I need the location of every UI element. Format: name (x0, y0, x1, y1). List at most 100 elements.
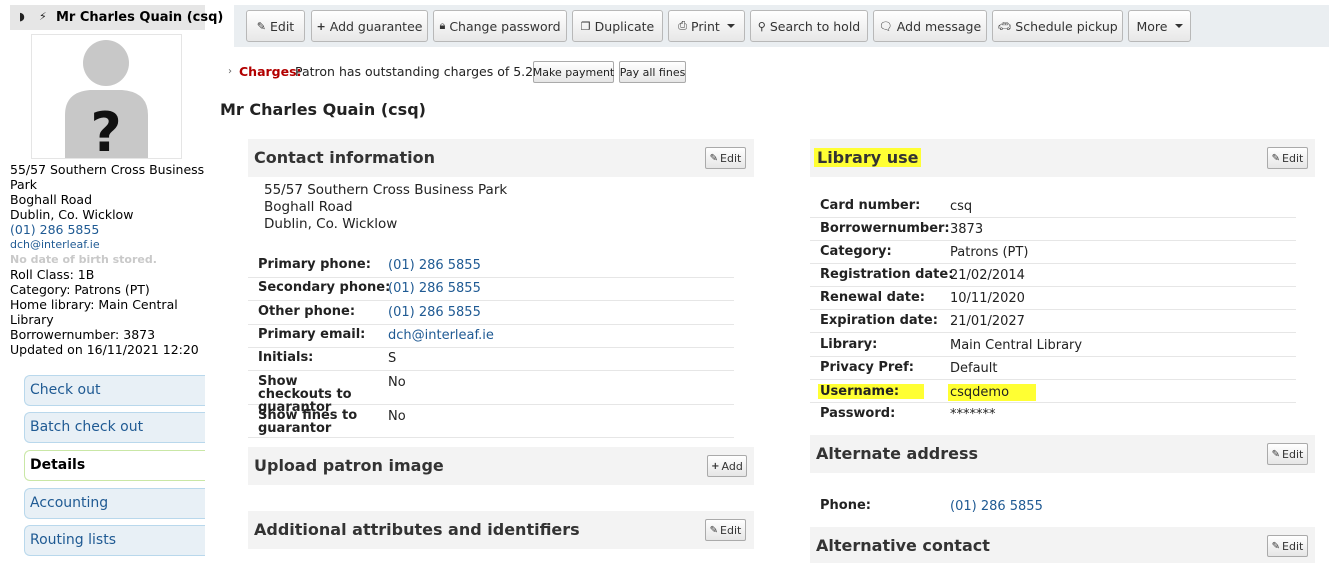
pay-all-fines-button[interactable]: Pay all fines (619, 61, 686, 83)
sidebar-item-check-out[interactable]: Check out (24, 375, 205, 406)
alternative-contact-edit-label: Edit (1282, 539, 1304, 553)
alternate-address-edit-label: Edit (1282, 447, 1304, 461)
library-use-row-label: Renewal date: (820, 290, 925, 305)
contact-row: Primary email: dch@interleaf.ie (248, 324, 734, 348)
library-use-row: Renewal date: 10/11/2020 (810, 287, 1296, 310)
pencil-icon: ✎ (1271, 152, 1281, 164)
change-password-button[interactable]: 🔒︎ Change password (433, 10, 567, 42)
patron-phone-link[interactable]: (01) 286 5855 (10, 222, 205, 237)
library-use-edit-label: Edit (1282, 151, 1304, 165)
patron-address-line2: Boghall Road (10, 192, 93, 207)
contact-row: Show fines to guarantor No (248, 405, 734, 438)
search-to-hold-button[interactable]: ⚲ Search to hold (750, 10, 868, 42)
print-label: Print (691, 18, 720, 34)
library-use-row-label: Privacy Pref: (820, 360, 914, 375)
sidebar-item-routing-lists[interactable]: Routing lists (24, 525, 205, 556)
lock-icon: 🔒︎ (439, 19, 446, 32)
additional-attributes-edit-button[interactable]: ✎ Edit (705, 519, 746, 541)
library-use-header: Library use ✎ Edit (810, 139, 1315, 177)
library-use-row: Card number: csq (810, 195, 1296, 218)
library-use-row-label: Username: (818, 384, 924, 399)
pencil-icon: ✎ (256, 19, 266, 33)
page-title: Mr Charles Quain (csq) (220, 100, 426, 119)
alternate-address-edit-button[interactable]: ✎ Edit (1267, 443, 1308, 465)
contact-row-value: No (388, 375, 406, 390)
alternative-contact-title: Alternative contact (816, 536, 990, 555)
search-icon: ⚲ (757, 19, 766, 33)
contact-row: Secondary phone: (01) 286 5855 (248, 277, 734, 301)
contact-row-value[interactable]: (01) 286 5855 (388, 281, 481, 296)
alternate-address-header: Alternate address ✎ Edit (810, 435, 1315, 473)
library-use-row-value: csqdemo (948, 384, 1036, 401)
upload-patron-image-header: Upload patron image + Add (248, 447, 754, 485)
contact-row-value: No (388, 409, 406, 424)
patron-email-link[interactable]: dch@interleaf.ie (10, 237, 205, 252)
sidebar-item-batch-check-out[interactable]: Batch check out (24, 412, 205, 443)
library-use-row-value: ******* (950, 407, 996, 422)
add-guarantee-button[interactable]: + Add guarantee (311, 10, 428, 42)
pencil-icon: ✎ (1271, 540, 1281, 552)
make-payment-button[interactable]: Make payment (533, 61, 614, 83)
edit-button[interactable]: ✎ Edit (246, 10, 305, 42)
comment-icon: 🗨︎ (878, 19, 893, 33)
contact-address-line2: Boghall Road (264, 199, 353, 215)
additional-attributes-title: Additional attributes and identifiers (254, 520, 580, 539)
alternate-address-title: Alternate address (816, 444, 979, 463)
library-use-edit-button[interactable]: ✎ Edit (1267, 147, 1308, 169)
print-button[interactable]: ⎙ Print (668, 10, 745, 42)
contact-information-header: Contact information ✎ Edit (248, 139, 754, 177)
library-use-row-label: Registration date: (820, 267, 954, 282)
contact-row-value[interactable]: (01) 286 5855 (388, 258, 481, 273)
caret-down-icon (1174, 24, 1183, 28)
car-icon: 🚗︎ (997, 19, 1012, 33)
duplicate-button[interactable]: ❐ Duplicate (572, 10, 663, 42)
library-use-row-value: 21/02/2014 (950, 268, 1025, 283)
patron-category: Category: Patrons (PT) (10, 282, 150, 297)
additional-attributes-header: Additional attributes and identifiers ✎ E… (248, 511, 754, 549)
patron-header: ◗ ⚡︎ Mr Charles Quain (csq) (10, 5, 223, 30)
library-use-row-label: Expiration date: (820, 313, 938, 328)
contact-row-label: Primary email: (258, 327, 366, 342)
library-use-row-value: Main Central Library (950, 338, 1083, 353)
contact-edit-label: Edit (720, 151, 742, 165)
pencil-icon: ✎ (709, 152, 719, 164)
patron-sidebar: ◗ ⚡︎ Mr Charles Quain (csq) ? 55/57 Sout… (0, 0, 223, 563)
lightning-icon: ⚡︎ (39, 10, 47, 23)
add-patron-image-button[interactable]: + Add (707, 455, 747, 477)
patron-updated: Updated on 16/11/2021 12:20 (10, 342, 199, 357)
alternative-contact-header: Alternative contact ✎ Edit (810, 527, 1315, 563)
patron-toolbar: ✎ Edit + Add guarantee 🔒︎ Change password ❐… (234, 5, 1329, 47)
alternate-phone-value[interactable]: (01) 286 5855 (950, 499, 1043, 514)
patron-info: 55/57 Southern Cross Business Park Bogha… (10, 162, 205, 357)
library-use-row-label: Library: (820, 337, 878, 352)
library-use-row-value: Patrons (PT) (950, 245, 1029, 260)
contact-row-label: Other phone: (258, 304, 356, 319)
sidebar-item-details[interactable]: Details (24, 450, 205, 481)
library-use-row-value: 3873 (950, 222, 984, 237)
patron-address-line1: 55/57 Southern Cross Business Park (10, 162, 205, 192)
contact-row-value[interactable]: dch@interleaf.ie (388, 328, 494, 343)
library-use-row-label: Card number: (820, 198, 921, 213)
change-password-label: Change password (449, 18, 561, 34)
contact-edit-button[interactable]: ✎ Edit (705, 147, 746, 169)
schedule-pickup-label: Schedule pickup (1015, 18, 1118, 34)
caret-down-icon (726, 24, 735, 28)
more-label: More (1136, 18, 1168, 34)
more-button[interactable]: More (1128, 10, 1191, 42)
add-message-button[interactable]: 🗨︎ Add message (873, 10, 987, 42)
contact-row-value[interactable]: (01) 286 5855 (388, 305, 481, 320)
library-use-title: Library use (814, 148, 922, 167)
library-use-row-label: Borrowernumber: (820, 221, 950, 236)
library-use-row: Username: csqdemo (810, 380, 1296, 403)
patron-dob: No date of birth stored. (10, 253, 157, 266)
add-message-label: Add message (896, 18, 982, 34)
library-use-row-label: Category: (820, 244, 892, 259)
schedule-pickup-button[interactable]: 🚗︎ Schedule pickup (992, 10, 1123, 42)
pencil-icon: ✎ (1271, 448, 1281, 460)
patron-home-library: Home library: Main Central Library (10, 297, 178, 327)
sidebar-item-accounting[interactable]: Accounting (24, 488, 205, 519)
library-use-row: Privacy Pref: Default (810, 357, 1296, 380)
library-use-row-value: Default (950, 361, 998, 376)
alternative-contact-edit-button[interactable]: ✎ Edit (1267, 535, 1308, 557)
patron-photo: ? (31, 34, 182, 159)
